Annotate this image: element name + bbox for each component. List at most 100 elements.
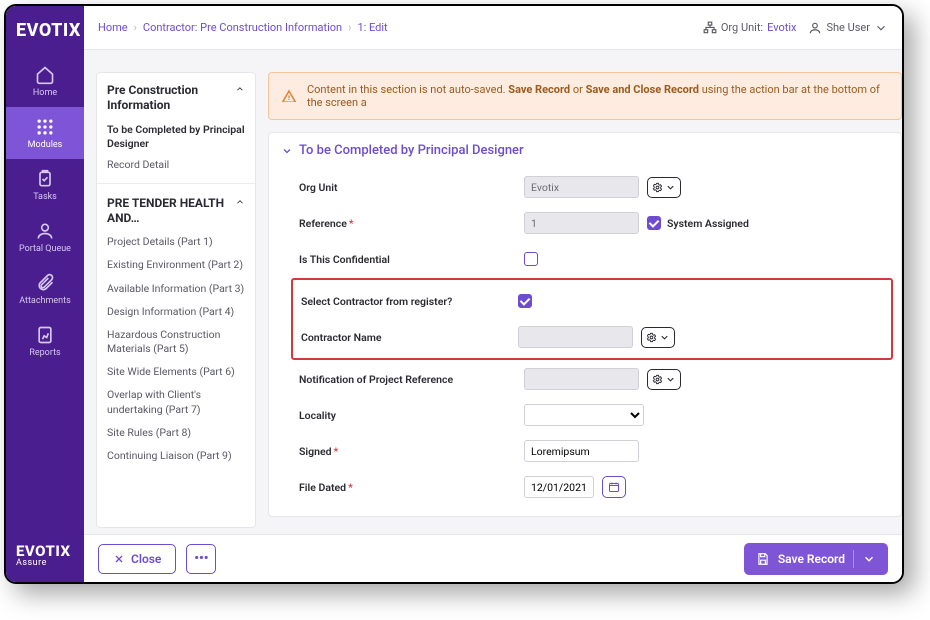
panel-link[interactable]: Site Rules (Part 8) [107,426,245,440]
contractor-name-label: Contractor Name [301,331,518,344]
contractor-name-gear-button[interactable] [641,327,675,348]
topbar: Home › Contractor: Pre Construction Info… [84,6,902,50]
paperclip-icon [35,273,55,293]
brand-logo: EVOTIX [6,6,84,55]
divider [97,183,255,184]
report-icon [35,325,55,345]
user-icon [808,21,822,35]
divider [853,550,854,568]
nav-reports[interactable]: Reports [6,315,84,367]
system-assigned-toggle[interactable]: System Assigned [647,216,749,230]
nav-attachments[interactable]: Attachments [6,263,84,315]
select-contractor-label: Select Contractor from register? [301,295,518,308]
section-title: To be Completed by Principal Designer [299,143,524,158]
breadcrumb-module[interactable]: Contractor: Pre Construction Information [143,21,342,34]
breadcrumb-home[interactable]: Home [98,21,128,34]
save-record-button[interactable]: Save Record [744,543,888,575]
org-value: Evotix [767,21,796,34]
panel-link[interactable]: Site Wide Elements (Part 6) [107,365,245,379]
reference-field [524,212,639,234]
tree-icon [703,21,717,35]
more-actions-button[interactable]: ••• [186,544,216,574]
gear-icon [652,182,663,193]
chevron-up-icon[interactable] [235,196,245,208]
clipboard-icon [35,169,55,189]
breadcrumb-current: 1: Edit [357,21,387,34]
save-button-label: Save Record [778,552,845,566]
close-button-label: Close [131,552,161,566]
section-toggle[interactable]: To be Completed by Principal Designer [269,133,901,168]
file-dated-field[interactable] [524,476,594,498]
panel-group1-title: Pre Construction Information [107,83,235,113]
chevron-right-icon: › [348,21,351,34]
panel-link[interactable]: Overlap with Client's undertaking (Part … [107,388,245,416]
gear-icon [646,332,657,343]
action-bar: Close ••• Save Record [84,534,902,582]
signed-label: Signed* [299,445,524,458]
panel-group2-title: PRE TENDER HEALTH AND… [107,196,235,226]
contractor-name-field[interactable] [518,326,633,348]
main-content: Content in this section is not auto-save… [268,72,902,528]
nav-label: Tasks [33,192,57,202]
main-sidebar: EVOTIX Home Modules Tasks Portal Queue A… [6,6,84,582]
select-contractor-checkbox[interactable] [518,294,532,308]
section-nav-panel: Pre Construction Information To be Compl… [96,72,256,528]
user-menu[interactable]: She User [808,21,888,35]
checkbox-icon [647,216,661,230]
chevron-right-icon: › [134,21,137,34]
nav-label: Portal Queue [19,244,71,254]
gear-icon [652,374,663,385]
close-button[interactable]: Close [98,544,176,574]
notification-label: Notification of Project Reference [299,373,524,386]
confidential-label: Is This Confidential [299,253,524,266]
nav-label: Home [33,88,57,98]
signed-field[interactable] [524,440,639,462]
reference-label: Reference* [299,217,524,230]
panel-link[interactable]: Project Details (Part 1) [107,235,245,249]
main-nav: Home Modules Tasks Portal Queue Attachme… [6,55,84,367]
footer-brand: EVOTIX Assure [6,534,84,582]
panel-group1-link[interactable]: Record Detail [107,158,245,171]
locality-select[interactable] [524,404,644,426]
nav-tasks[interactable]: Tasks [6,159,84,211]
chevron-up-icon[interactable] [235,83,245,95]
home-icon [35,65,55,85]
confidential-checkbox[interactable] [524,252,538,266]
chevron-down-icon [862,552,876,566]
nav-label: Attachments [19,296,70,306]
nav-label: Reports [29,348,60,358]
chevron-down-icon [281,145,293,157]
panel-link[interactable]: Hazardous Construction Materials (Part 5… [107,328,245,356]
panel-link[interactable]: Continuing Liaison (Part 9) [107,449,245,463]
chevron-down-icon [659,332,670,343]
section-principal-designer: To be Completed by Principal Designer Or… [268,132,902,517]
notification-field[interactable] [524,368,639,390]
chevron-down-icon [874,21,888,35]
nav-portal-queue[interactable]: Portal Queue [6,211,84,263]
chevron-down-icon [665,182,676,193]
panel-link[interactable]: Available Information (Part 3) [107,282,245,296]
ellipsis-icon: ••• [194,551,208,566]
autosave-warning: Content in this section is not auto-save… [268,72,902,120]
grid-icon [35,117,55,137]
notification-gear-button[interactable] [647,369,681,390]
footer-brand-line2: Assure [16,559,74,568]
chevron-down-icon [665,374,676,385]
org-unit-field [524,176,639,198]
user-name: She User [826,21,870,34]
org-unit-gear-button[interactable] [647,177,681,198]
alert-text: Content in this section is not auto-save… [307,83,889,109]
panel-group1-sub[interactable]: To be Completed by Principal Designer [107,123,245,150]
save-icon [756,552,770,566]
panel-link[interactable]: Existing Environment (Part 2) [107,258,245,272]
system-assigned-label: System Assigned [667,217,749,230]
date-picker-button[interactable] [602,476,626,498]
warning-icon [281,88,297,104]
locality-label: Locality [299,409,524,422]
panel-link[interactable]: Design Information (Part 4) [107,305,245,319]
org-unit-label: Org Unit [299,181,524,194]
nav-home[interactable]: Home [6,55,84,107]
org-picker[interactable]: Org Unit: Evotix [703,21,797,35]
close-icon [113,553,125,565]
nav-modules[interactable]: Modules [6,107,84,159]
